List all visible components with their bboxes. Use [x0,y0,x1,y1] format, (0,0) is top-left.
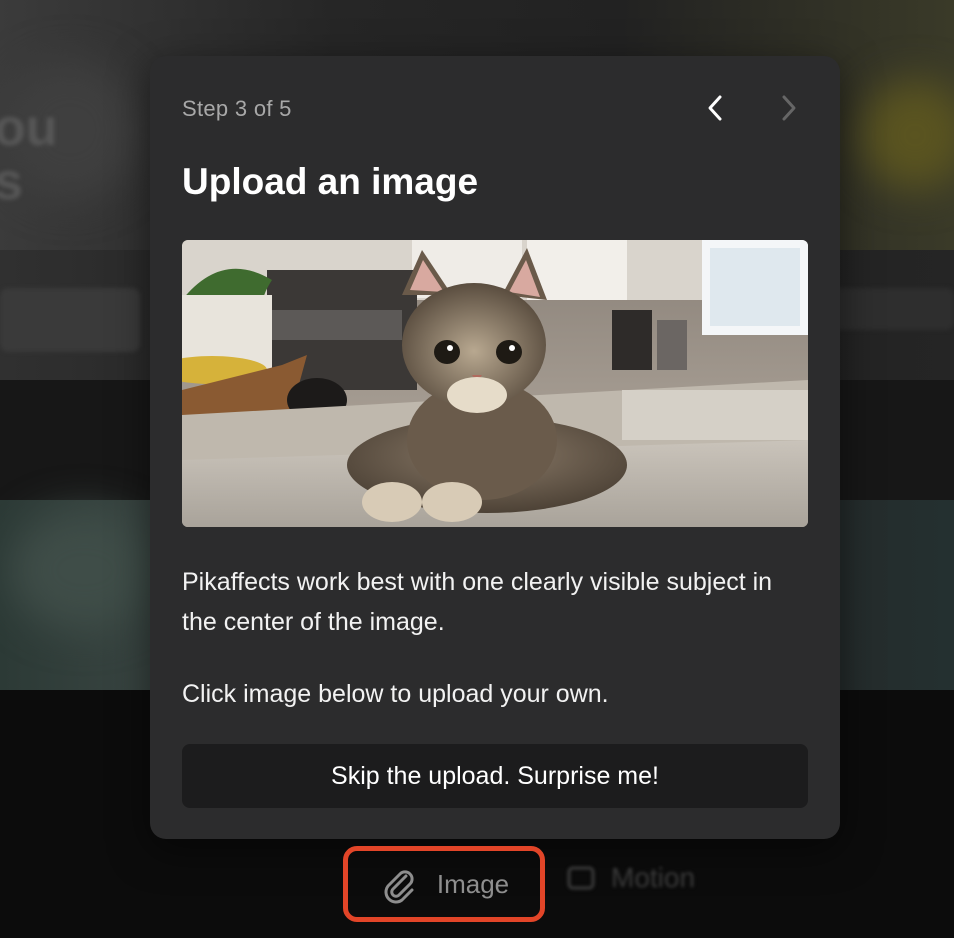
kitten-photo [182,240,808,527]
image-upload-button[interactable]: Image [343,846,545,922]
dialog-title: Upload an image [182,161,479,202]
next-step-button[interactable] [772,88,806,128]
chevron-left-icon [708,95,722,121]
step-indicator: Step 3 of 5 [182,96,292,121]
upload-instruction: Click image below to upload your own. [182,680,609,708]
image-button-label: Image [436,868,510,899]
skip-upload-button[interactable]: Skip the upload. Surprise me! [182,744,808,808]
dialog-description: Pikaffects work best with one clearly vi… [182,568,773,636]
sample-image[interactable] [182,240,808,527]
motion-icon [567,866,595,890]
chevron-right-icon [782,95,796,121]
paperclip-icon [384,870,414,904]
motion-button[interactable]: Motion [565,862,695,894]
previous-step-button[interactable] [698,88,732,128]
onboarding-dialog: Step 3 of 5 Upload an image Pikaffects w… [150,56,840,839]
motion-button-label: Motion [611,862,696,893]
